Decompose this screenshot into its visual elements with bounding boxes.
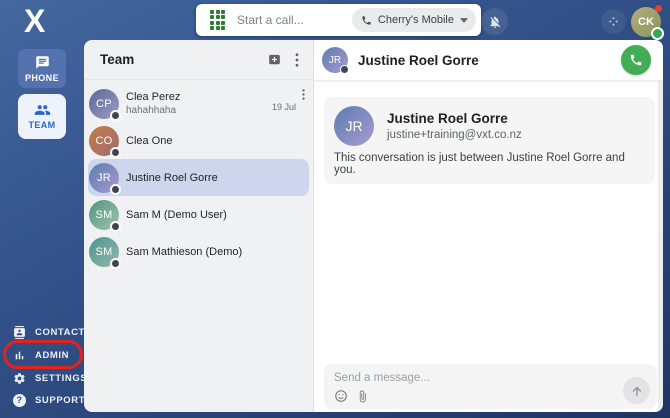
sidebar-item-support-label: SUPPORT [35, 395, 85, 406]
sidebar-item-support[interactable]: ? SUPPORT [13, 393, 85, 407]
contact-avatar: SM [89, 200, 119, 230]
online-status-dot [651, 27, 664, 40]
contact-status-dot [110, 184, 121, 195]
phone-receiver-icon [361, 15, 372, 26]
kebab-menu-icon [295, 53, 299, 67]
contact-status-dot [110, 221, 121, 232]
contact-status-dot [110, 147, 121, 158]
line-selector-label: Cherry's Mobile [378, 14, 454, 26]
conversation-text: Sam Mathieson (Demo) [126, 246, 309, 258]
team-panel-menu-button[interactable] [295, 53, 299, 67]
chat-icon [35, 55, 50, 70]
intro-contact-email: justine+training@vxt.co.nz [387, 129, 522, 141]
start-call-input[interactable]: Start a call... Cherry's Mobile [196, 4, 481, 36]
conversation-list: CP Clea Perez hahahhaha 19 Jul CO Clea O… [84, 80, 313, 270]
contact-name: Clea One [126, 135, 309, 147]
chat-header-avatar-initials: JR [329, 55, 341, 66]
sidebar-item-admin-label: ADMIN [35, 350, 69, 361]
team-panel-header: Team [84, 40, 313, 80]
message-input[interactable]: Send a message... [334, 372, 647, 384]
conversation-text: Sam M (Demo User) [126, 209, 309, 221]
team-panel: Team CP Clea Perez hahahhaha 19 Jul CO [84, 40, 313, 412]
chat-contact-name: Justine Roel Gorre [358, 53, 621, 68]
contact-avatar-initials: CO [95, 135, 112, 147]
call-button[interactable] [621, 45, 651, 75]
contact-avatar: JR [89, 163, 119, 193]
contact-avatar-initials: SM [95, 209, 112, 221]
conversation-text: Justine Roel Gorre [126, 172, 309, 184]
intro-avatar-initials: JR [345, 118, 362, 134]
composer-toolbar [334, 389, 369, 403]
chevron-down-icon [460, 18, 468, 23]
chat-header-avatar: JR [322, 47, 348, 73]
conversation-list-item[interactable]: CP Clea Perez hahahhaha 19 Jul [88, 85, 309, 122]
user-avatar[interactable]: CK [631, 7, 661, 37]
bell-off-icon [488, 15, 502, 29]
compress-window-button[interactable] [601, 9, 626, 34]
gear-icon [13, 372, 26, 385]
line-selector-dropdown[interactable]: Cherry's Mobile [352, 8, 476, 32]
notifications-muted-button[interactable] [481, 8, 508, 35]
intro-contact: JR Justine Roel Gorre justine+training@v… [334, 106, 643, 146]
sidebar-item-settings-label: SETTINGS [35, 373, 87, 384]
chat-scrollbar[interactable] [658, 40, 663, 412]
bar-chart-icon [13, 349, 26, 362]
kebab-menu-icon [302, 89, 305, 100]
conversation-list-item[interactable]: JR Justine Roel Gorre [88, 159, 309, 196]
conversation-list-item[interactable]: CO Clea One [88, 122, 309, 159]
chat-header-status-dot [340, 65, 349, 74]
sidebar-item-team[interactable]: TEAM [18, 94, 66, 139]
contact-avatar-initials: JR [97, 172, 111, 184]
emoji-icon [334, 389, 348, 403]
notification-dot [655, 5, 662, 12]
chat-panel: JR Justine Roel Gorre JR Justine Roel Go… [313, 40, 663, 412]
compress-icon [607, 15, 620, 28]
sidebar-item-settings[interactable]: SETTINGS [13, 371, 87, 385]
start-call-placeholder: Start a call... [237, 13, 352, 27]
user-avatar-initials: CK [638, 16, 654, 28]
contact-status-dot [110, 110, 121, 121]
intro-privacy-note: This conversation is just between Justin… [334, 152, 643, 176]
conversation-menu-button[interactable] [302, 88, 305, 100]
sidebar-item-team-label: TEAM [28, 120, 55, 130]
conversation-meta: 19 Jul [272, 88, 305, 112]
contact-avatar: CO [89, 126, 119, 156]
contact-avatar: SM [89, 237, 119, 267]
contacts-icon [13, 326, 26, 339]
chat-header: JR Justine Roel Gorre [314, 40, 663, 81]
conversation-text: Clea One [126, 135, 309, 147]
question-icon: ? [13, 394, 26, 407]
intro-avatar: JR [334, 106, 374, 146]
message-composer: Send a message... [324, 364, 657, 409]
emoji-button[interactable] [334, 389, 348, 403]
contact-status-dot [110, 258, 121, 269]
contact-avatar-initials: SM [95, 246, 112, 258]
team-panel-title: Team [100, 52, 267, 67]
dialpad-icon [210, 10, 225, 31]
intro-contact-name: Justine Roel Gorre [387, 111, 522, 126]
arrow-up-icon [630, 384, 644, 398]
conversation-list-item[interactable]: SM Sam M (Demo User) [88, 196, 309, 233]
paperclip-icon [356, 390, 369, 403]
conversation-intro-card: JR Justine Roel Gorre justine+training@v… [324, 97, 655, 184]
contact-avatar: CP [89, 89, 119, 119]
sidebar-item-contacts[interactable]: CONTACTS [13, 325, 92, 339]
send-button[interactable] [623, 377, 650, 404]
contact-name: Sam Mathieson (Demo) [126, 246, 309, 258]
phone-receiver-icon [629, 53, 643, 67]
app-logo: X [24, 2, 45, 40]
new-conversation-button[interactable] [267, 52, 282, 67]
sidebar-item-admin[interactable]: ADMIN [13, 348, 69, 362]
attach-button[interactable] [356, 390, 369, 403]
contact-name: Justine Roel Gorre [126, 172, 309, 184]
conversation-date: 19 Jul [272, 102, 296, 112]
sidebar-item-phone[interactable]: PHONE [18, 49, 66, 88]
intro-identity: Justine Roel Gorre justine+training@vxt.… [387, 111, 522, 141]
contact-name: Sam M (Demo User) [126, 209, 309, 221]
sidebar-item-phone-label: PHONE [25, 73, 59, 83]
conversation-list-item[interactable]: SM Sam Mathieson (Demo) [88, 233, 309, 270]
contact-avatar-initials: CP [96, 98, 112, 110]
add-chat-icon [267, 52, 282, 67]
people-icon [34, 103, 51, 117]
